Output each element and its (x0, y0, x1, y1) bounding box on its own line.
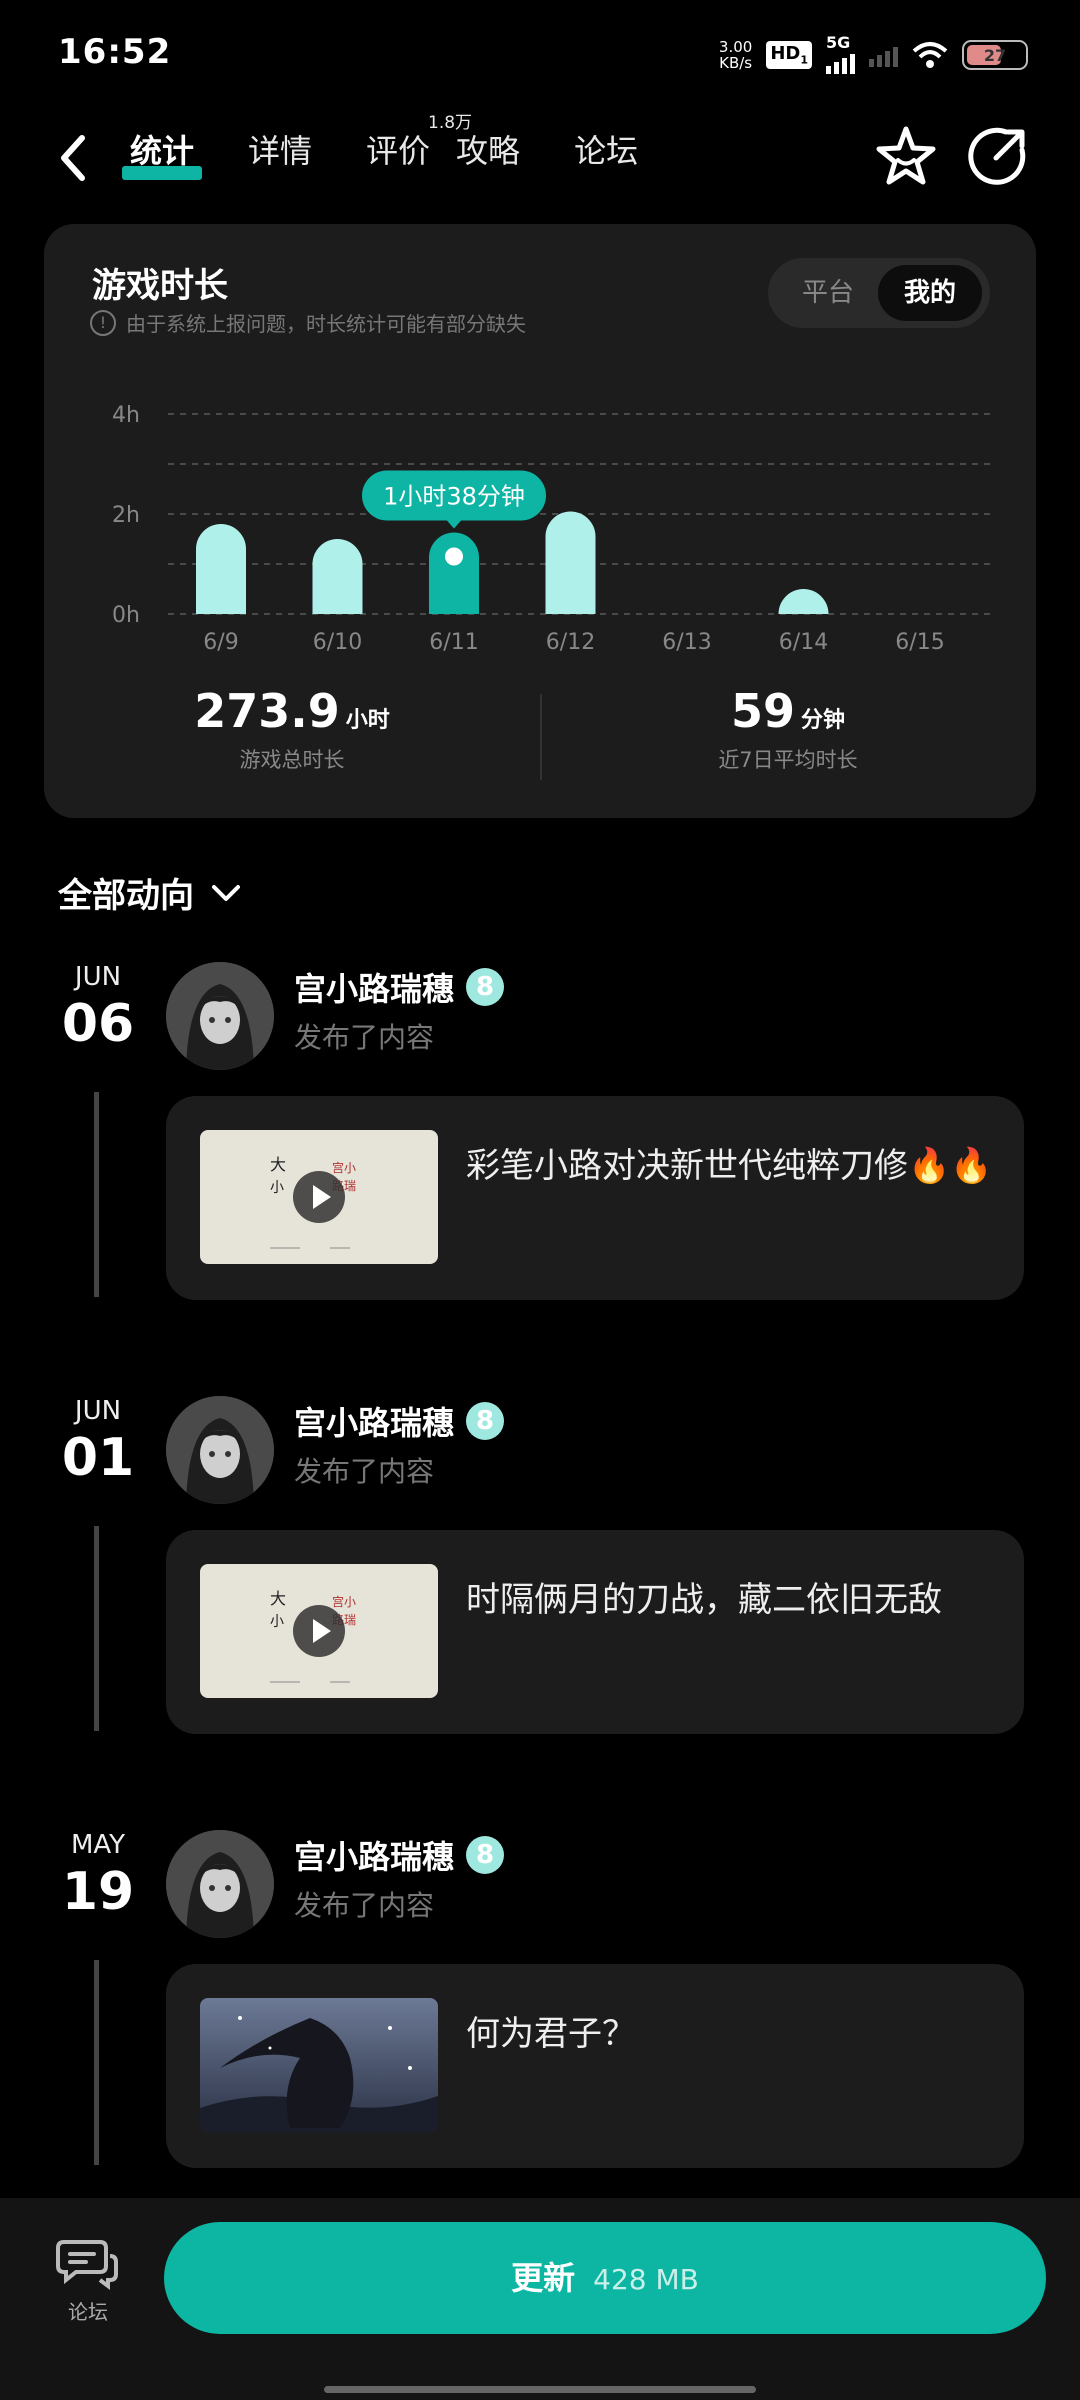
clock: 16:52 (58, 32, 172, 72)
tab-bar: 统计 详情 评价 1.8万 攻略 论坛 (121, 113, 638, 180)
tab-details[interactable]: 详情 (248, 126, 312, 172)
tab-forum[interactable]: 论坛 (574, 126, 638, 172)
favorite-star-icon[interactable] (874, 124, 938, 188)
forum-icon[interactable] (56, 2234, 118, 2290)
avatar[interactable] (166, 962, 274, 1070)
date-day: 19 (61, 1862, 135, 1922)
status-icons: 3.00 KB/s HD1 5G 27 (718, 35, 1028, 74)
tab-reviews[interactable]: 评价 1.8万 (366, 113, 472, 172)
tab-stats[interactable]: 统计 (121, 126, 203, 180)
share-icon[interactable] (966, 124, 1030, 188)
date-month: MAY (70, 1830, 126, 1860)
y-tick-label: 0h (112, 603, 140, 628)
play-icon (293, 1605, 345, 1657)
svg-text:小: 小 (270, 1180, 284, 1196)
x-tick-label: 6/15 (895, 630, 944, 655)
username[interactable]: 宫小路瑞穗 8 (294, 1398, 505, 1444)
back-icon[interactable] (52, 128, 92, 188)
selected-dot (441, 543, 467, 570)
date-month: JUN (74, 962, 122, 992)
avatar[interactable] (166, 1396, 274, 1504)
total-playtime: 273.9 小时 游戏总时长 (194, 684, 390, 772)
svg-text:小: 小 (270, 1614, 284, 1630)
y-tick-label: 2h (112, 503, 140, 528)
x-tick-label: 6/10 (313, 630, 362, 655)
feed-entry: MAY 19 宫小路瑞穗 8 发布了内容何为君子？ (0, 1830, 1080, 2260)
net-speed: 3.00 KB/s (718, 38, 753, 72)
post-card[interactable]: 大小宫小 路瑞 彩笔小路对决新世代纯粹刀修🔥🔥 (166, 1096, 1024, 1300)
toggle-platform[interactable]: 平台 (776, 265, 880, 321)
signal-icon: 5G (826, 35, 855, 74)
post-thumbnail: 大小宫小 路瑞 (200, 1130, 438, 1264)
action-text: 发布了内容 (294, 1889, 435, 1922)
info-icon: ! (90, 309, 116, 336)
level-badge: 8 (466, 968, 505, 1006)
bar-6-10[interactable] (312, 539, 363, 614)
post-card[interactable]: 大小宫小 路瑞 时隔俩月的刀战，藏二依旧无敌 (166, 1530, 1024, 1734)
bar-6-14[interactable] (778, 589, 829, 614)
action-text: 发布了内容 (294, 1021, 435, 1054)
chevron-down-icon (212, 884, 240, 901)
post-title: 彩笔小路对决新世代纯粹刀修🔥🔥 (466, 1146, 993, 1186)
tab-guides[interactable]: 攻略 (456, 126, 520, 172)
post-title: 时隔俩月的刀战，藏二依旧无敌 (466, 1580, 942, 1620)
signal-2-icon (869, 43, 898, 67)
home-indicator[interactable] (324, 2386, 756, 2393)
play-icon (293, 1171, 345, 1223)
timeline-line (94, 1960, 99, 2165)
tooltip-text: 1小时38分钟 (383, 483, 525, 511)
status-bar: 16:52 3.00 KB/s HD1 5G 27 (0, 0, 1080, 110)
playtime-card: 游戏时长 ! 由于系统上报问题，时长统计可能有部分缺失 平台 我的 4h 2h 0h… (44, 224, 1036, 818)
bar-6-9[interactable] (196, 524, 246, 614)
toggle-mine[interactable]: 我的 (878, 265, 982, 321)
activity-filter[interactable]: 全部动向 (58, 868, 242, 917)
feed-entry: JUN 06 宫小路瑞穗 8 发布了内容大小宫小 路瑞 彩笔小路对决新世代纯粹刀修🔥🔥 (0, 962, 1080, 1392)
svg-text:大: 大 (270, 1155, 286, 1174)
svg-text:宫小: 宫小 (332, 1594, 356, 1609)
post-thumbnail: 大小宫小 路瑞 (200, 1564, 438, 1698)
date-day: 06 (61, 994, 135, 1054)
post-thumbnail (200, 1998, 438, 2132)
date-day: 01 (61, 1428, 135, 1488)
bar-tooltip: 1小时38分钟 (362, 470, 546, 529)
action-text: 发布了内容 (294, 1455, 435, 1488)
hd-icon: HD1 (766, 41, 812, 69)
y-tick-label: 4h (112, 403, 140, 428)
bar-6-12[interactable] (545, 511, 596, 615)
x-tick-label: 6/11 (429, 630, 478, 655)
bottom-bar: 论坛 更新 428 MB (0, 2198, 1080, 2400)
divider (540, 694, 542, 780)
timeline-line (94, 1092, 99, 1297)
post-card[interactable]: 何为君子？ (166, 1964, 1024, 2168)
level-badge: 8 (466, 1836, 505, 1874)
wifi-icon (912, 42, 948, 68)
x-tick-label: 6/9 (203, 630, 238, 655)
avatar[interactable] (166, 1830, 274, 1938)
playtime-chart: 4h 2h 0h 6/9 6/10 1小时38分钟 6/11 6/12 6/13 6/14 6/15 (112, 403, 994, 655)
card-note: ! 由于系统上报问题，时长统计可能有部分缺失 (90, 308, 526, 337)
feed-entry: JUN 01 宫小路瑞穗 8 发布了内容大小宫小 路瑞 时隔俩月的刀战，藏二依旧无敌 (0, 1396, 1080, 1826)
username[interactable]: 宫小路瑞穗 8 (294, 1832, 505, 1878)
source-toggle: 平台 我的 (768, 258, 990, 328)
battery-icon: 27 (962, 40, 1028, 70)
x-tick-label: 6/14 (779, 630, 828, 655)
date-month: JUN (74, 1396, 122, 1426)
update-button[interactable]: 更新 428 MB (164, 2222, 1046, 2334)
forum-label: 论坛 (68, 2300, 108, 2324)
svg-text:大: 大 (270, 1589, 286, 1608)
x-tick-label: 6/13 (662, 630, 711, 655)
card-title: 游戏时长 (92, 266, 228, 306)
username[interactable]: 宫小路瑞穗 8 (294, 964, 505, 1010)
avg-playtime: 59 分钟 近7日平均时长 (718, 684, 858, 772)
svg-text:宫小: 宫小 (332, 1160, 356, 1175)
x-tick-label: 6/12 (546, 630, 595, 655)
timeline-line (94, 1526, 99, 1731)
level-badge: 8 (466, 1402, 505, 1440)
post-title: 何为君子？ (466, 2014, 636, 2054)
